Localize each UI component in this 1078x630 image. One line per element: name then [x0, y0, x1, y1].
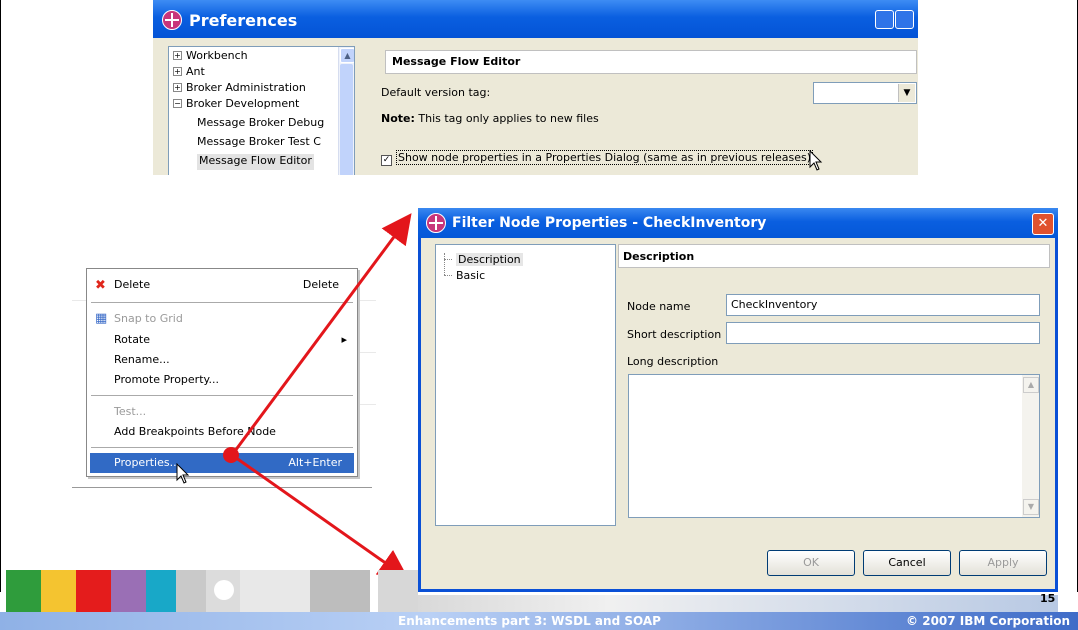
annotation-dot — [223, 447, 239, 463]
footer-title: Enhancements part 3: WSDL and SOAP — [398, 614, 661, 628]
footer-color-block — [41, 570, 76, 612]
footer-image-block — [176, 570, 206, 612]
arrow-to-footer — [231, 453, 409, 580]
footer-image-block — [310, 570, 370, 612]
footer-bar: Enhancements part 3: WSDL and SOAP © 200… — [0, 612, 1078, 630]
page-number: 15 — [1040, 592, 1056, 605]
footer-image-block — [378, 570, 418, 612]
footer-band — [418, 595, 1058, 612]
footer-color-block — [6, 570, 41, 612]
annotation-arrows — [223, 213, 412, 580]
footer-color-block — [146, 570, 176, 612]
footer-image-block — [240, 570, 310, 612]
arrow-to-dialog — [230, 213, 412, 456]
footer-circle-graphic — [214, 580, 234, 600]
footer-image-block — [206, 570, 240, 612]
footer-color-block — [111, 570, 146, 612]
footer-copyright: © 2007 IBM Corporation — [906, 614, 1070, 628]
footer-color-block — [76, 570, 111, 612]
